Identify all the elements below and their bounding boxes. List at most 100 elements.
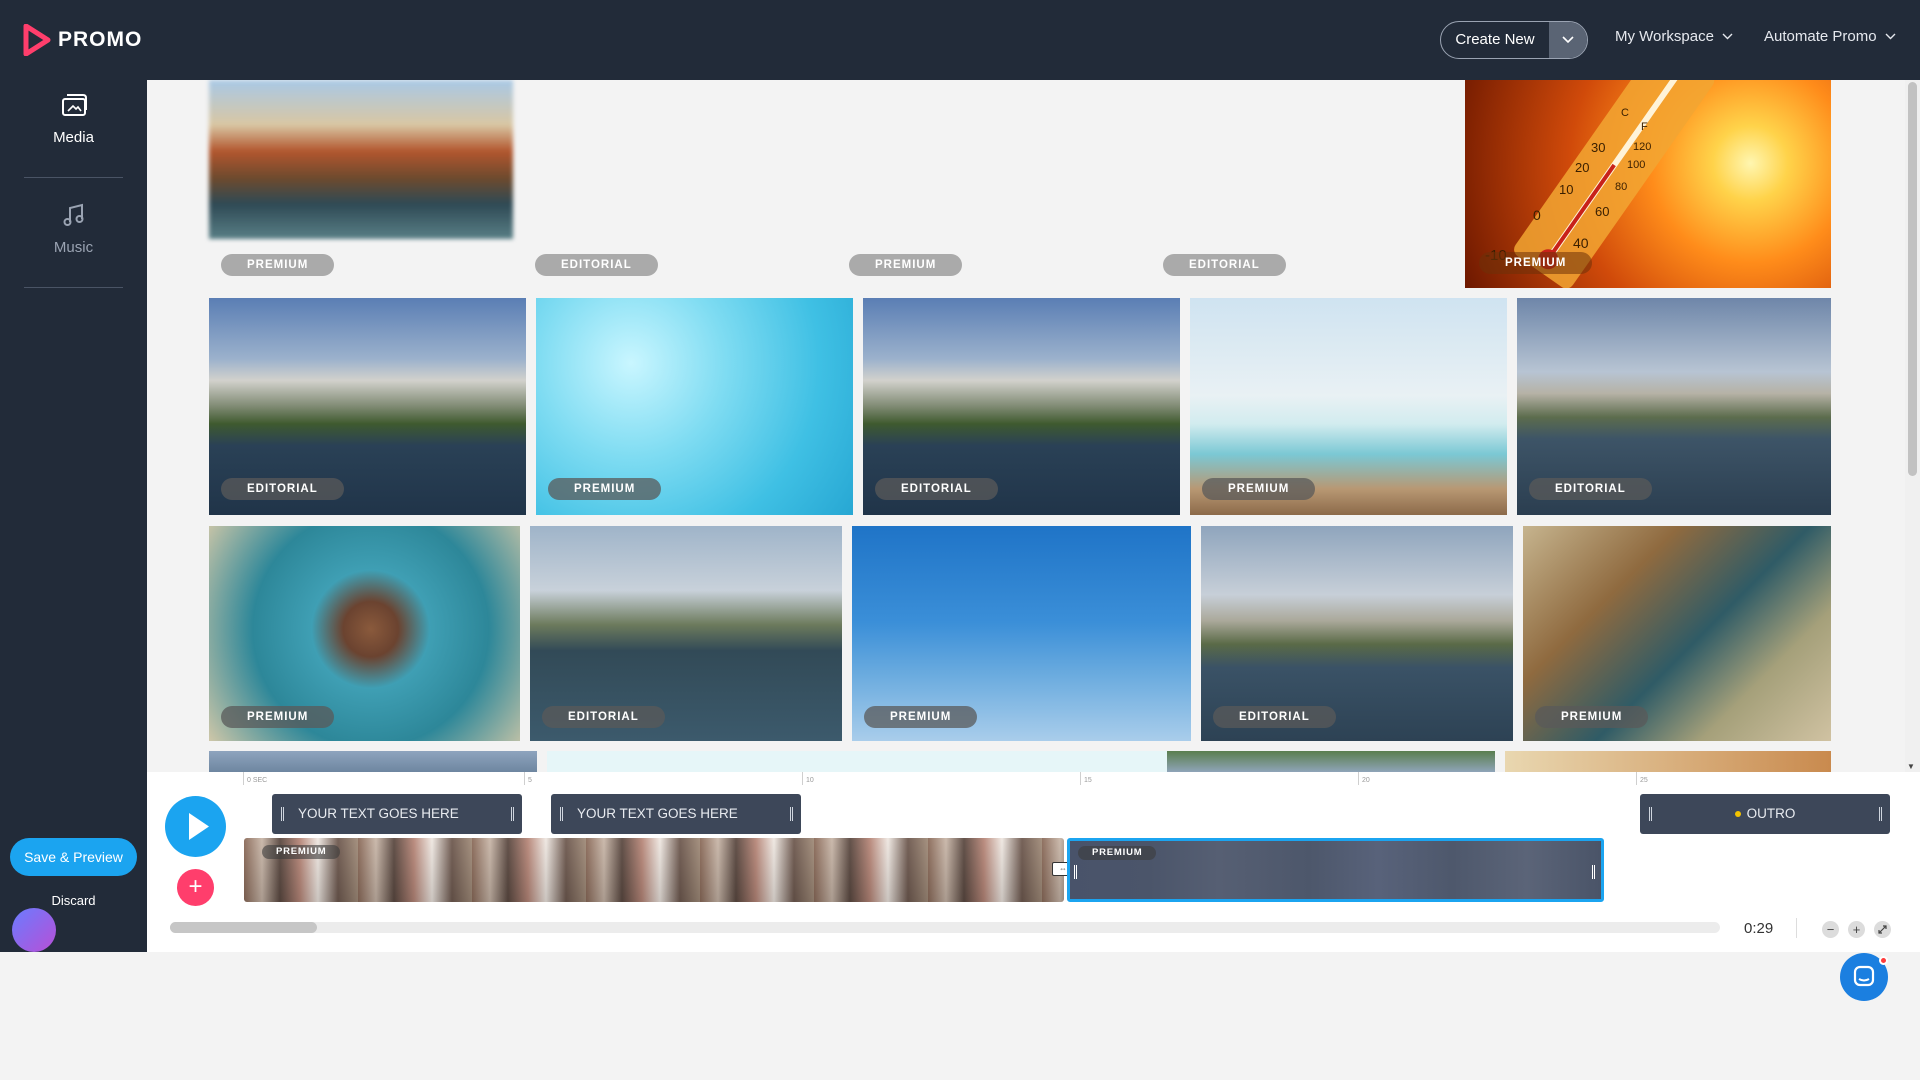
scroll-down-icon[interactable]: ▼: [1907, 762, 1915, 771]
save-preview-button[interactable]: Save & Preview: [10, 838, 137, 876]
media-badge: EDITORIAL: [221, 478, 344, 500]
outro-clip[interactable]: OUTRO: [1640, 794, 1890, 834]
thermo-mark: 10: [1559, 182, 1573, 197]
thermo-mark: 120: [1633, 141, 1651, 153]
media-tile-paris-bridge-2[interactable]: EDITORIAL: [863, 298, 1180, 515]
expand-icon: [1878, 925, 1887, 934]
thermo-mark: 20: [1575, 160, 1589, 175]
total-duration: 0:29: [1744, 920, 1774, 937]
clip-handle-right[interactable]: [1592, 865, 1595, 879]
media-badge: PREMIUM: [1202, 478, 1316, 500]
media-badge: PREMIUM: [849, 254, 963, 276]
media-tile-partial[interactable]: [1167, 751, 1495, 772]
media-badge: PREMIUM: [221, 706, 335, 728]
brand-logo[interactable]: PROMO: [22, 23, 143, 57]
text-clip-label: YOUR TEXT GOES HERE: [298, 806, 459, 821]
media-tile-partial[interactable]: [209, 751, 537, 772]
create-new-label: Create New: [1455, 31, 1535, 48]
media-tile-girl-swimming[interactable]: PREMIUM: [209, 526, 520, 741]
media-tile-paris-bridge-3[interactable]: EDITORIAL: [1201, 526, 1513, 741]
media-badge: EDITORIAL: [535, 254, 658, 276]
media-badge: PREMIUM: [1535, 706, 1649, 728]
ruler-label: 25: [1640, 777, 1648, 784]
ruler-tick: [1080, 772, 1081, 785]
ruler-label: 10: [806, 777, 814, 784]
media-badge: EDITORIAL: [542, 706, 665, 728]
media-tile-paris-river[interactable]: EDITORIAL: [1517, 298, 1831, 515]
media-gallery: PREMIUM EDITORIAL PREMIUM EDITORIAL C F …: [147, 80, 1920, 772]
media-tile-amsterdam[interactable]: [209, 80, 513, 239]
sidebar-item-music[interactable]: Music: [0, 202, 147, 256]
media-badge: PREMIUM: [864, 706, 978, 728]
create-new-button[interactable]: Create New: [1440, 21, 1588, 59]
chevron-down-icon: [1722, 33, 1733, 40]
play-button[interactable]: [165, 796, 226, 857]
thermo-mark: 100: [1627, 159, 1645, 171]
menu-automate-promo[interactable]: Automate Promo: [1764, 28, 1896, 45]
media-tile-paris-bridge[interactable]: EDITORIAL: [209, 298, 526, 515]
sidebar: Media Music: [0, 80, 147, 952]
media-tile-partial[interactable]: [1505, 751, 1831, 772]
outro-label: OUTRO: [1746, 806, 1796, 821]
sidebar-item-media[interactable]: Media: [0, 92, 147, 146]
thermo-mark: 0: [1533, 207, 1541, 223]
logo-mark-icon: [22, 23, 52, 57]
menu-my-workspace[interactable]: My Workspace: [1615, 28, 1733, 45]
text-clip-label: YOUR TEXT GOES HERE: [577, 806, 738, 821]
clip-handle-left[interactable]: [560, 807, 563, 821]
notification-dot: [1879, 956, 1888, 965]
media-tile-thermometer[interactable]: C F 120 30 100 20 80 10 60 0 40 -10 PREM…: [1465, 80, 1831, 288]
media-badge: PREMIUM: [1479, 252, 1593, 274]
zoom-out-button[interactable]: −: [1822, 921, 1839, 938]
clip-badge: PREMIUM: [262, 845, 341, 859]
media-tile-pool-water[interactable]: PREMIUM: [536, 298, 853, 515]
media-icon: [61, 94, 87, 116]
sidebar-divider: [24, 287, 123, 288]
text-clip[interactable]: YOUR TEXT GOES HERE: [272, 794, 522, 834]
video-clip[interactable]: PREMIUM: [244, 838, 1064, 902]
clip-badge: PREMIUM: [1078, 846, 1157, 860]
video-clip-selected[interactable]: PREMIUM: [1067, 838, 1604, 902]
brand-name: PROMO: [58, 28, 143, 51]
clip-handle-left[interactable]: [281, 807, 284, 821]
clip-handle-right[interactable]: [1879, 807, 1882, 821]
media-badge: PREMIUM: [548, 478, 662, 500]
menu-my-workspace-label: My Workspace: [1615, 28, 1714, 45]
zoom-in-button[interactable]: +: [1848, 921, 1865, 938]
clip-handle-right[interactable]: [511, 807, 514, 821]
fit-timeline-button[interactable]: [1874, 921, 1891, 938]
divider: [1796, 918, 1797, 938]
create-new-dropdown[interactable]: [1549, 22, 1587, 58]
thermo-mark: F: [1641, 121, 1648, 133]
outro-dot-icon: [1734, 811, 1741, 818]
media-badge: PREMIUM: [221, 254, 335, 276]
timeline-ruler[interactable]: 0 SEC 5 10 15 20 25: [243, 772, 1903, 788]
timeline-scrollbar-thumb[interactable]: [170, 922, 317, 933]
timeline-scrollbar[interactable]: [170, 922, 1720, 933]
chevron-down-icon: [1562, 36, 1574, 44]
text-clip[interactable]: YOUR TEXT GOES HERE: [551, 794, 801, 834]
gallery-scrollbar-thumb[interactable]: [1908, 82, 1917, 476]
media-badge: EDITORIAL: [1529, 478, 1652, 500]
ruler-tick: [802, 772, 803, 785]
discard-button[interactable]: Discard: [0, 893, 147, 908]
clip-handle-right[interactable]: [790, 807, 793, 821]
thermo-mark: 80: [1615, 181, 1627, 193]
avatar[interactable]: [12, 908, 56, 952]
clip-handle-left[interactable]: [1074, 865, 1077, 879]
ruler-tick: [243, 772, 244, 785]
top-bar: PROMO Create New My Workspace Automate P…: [0, 0, 1920, 80]
add-clip-button[interactable]: +: [177, 869, 214, 906]
ruler-tick: [524, 772, 525, 785]
thermo-mark: 60: [1595, 204, 1609, 219]
ruler-label: 20: [1362, 777, 1370, 784]
sidebar-item-music-label: Music: [53, 239, 94, 256]
video-clip-frames: [244, 838, 1064, 902]
media-badge: EDITORIAL: [1163, 254, 1286, 276]
media-tile-woman-terrace[interactable]: PREMIUM: [1523, 526, 1831, 741]
media-tile-blue-sky[interactable]: PREMIUM: [852, 526, 1191, 741]
media-tile-resort-pool[interactable]: PREMIUM: [1190, 298, 1507, 515]
clip-handle-left[interactable]: [1649, 807, 1652, 821]
media-tile-seine-river[interactable]: EDITORIAL: [530, 526, 842, 741]
play-icon: [189, 813, 209, 840]
